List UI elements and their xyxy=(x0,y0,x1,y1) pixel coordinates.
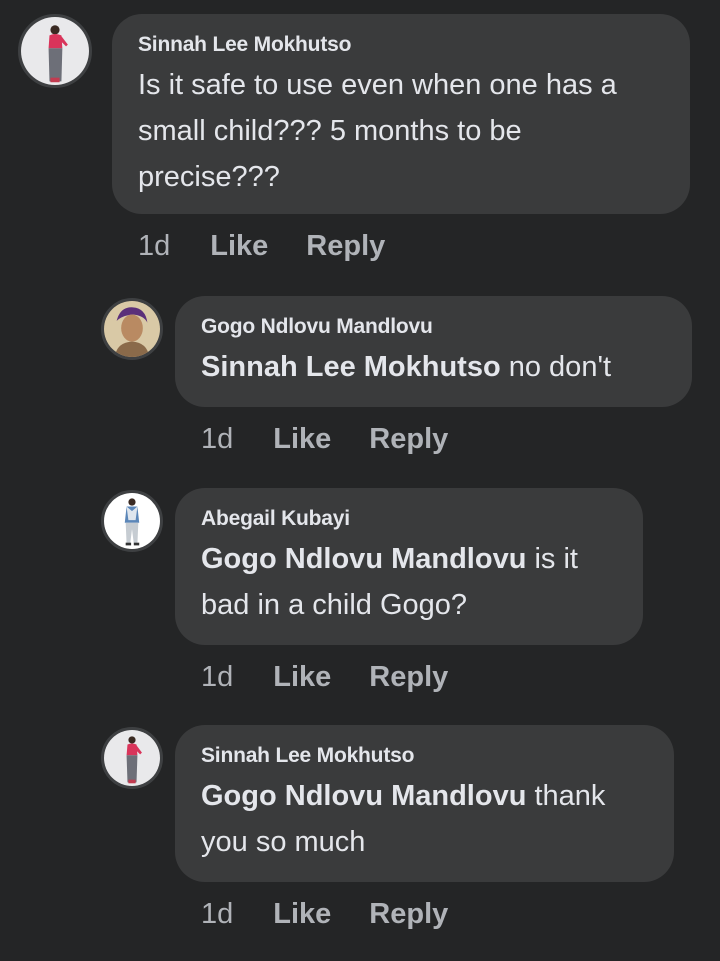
comment: Sinnah Lee Mokhutso Is it safe to use ev… xyxy=(18,14,690,263)
mention-link[interactable]: Gogo Ndlovu Mandlovu xyxy=(201,780,526,812)
comment-reply: Abegail Kubayi Gogo Ndlovu Mandlovu is i… xyxy=(101,488,643,694)
woman-portrait-avatar xyxy=(104,301,160,357)
comment-text: Gogo Ndlovu Mandlovu thank you so much xyxy=(201,773,648,865)
comment-timestamp[interactable]: 1d xyxy=(201,423,233,456)
like-button[interactable]: Like xyxy=(273,423,331,456)
comment-reply: Gogo Ndlovu Mandlovu Sinnah Lee Mokhutso… xyxy=(101,296,692,456)
woman-standing-pink-top-avatar xyxy=(21,17,89,85)
mention-link[interactable]: Sinnah Lee Mokhutso xyxy=(201,351,501,383)
reply-button[interactable]: Reply xyxy=(369,661,448,694)
comment-bubble: Gogo Ndlovu Mandlovu Sinnah Lee Mokhutso… xyxy=(175,296,692,407)
comment-body: Is it safe to use even when one has a sm… xyxy=(138,69,617,193)
reply-button[interactable]: Reply xyxy=(306,230,385,263)
like-button[interactable]: Like xyxy=(273,661,331,694)
comment-thread: Sinnah Lee Mokhutso Is it safe to use ev… xyxy=(0,0,720,961)
avatar[interactable] xyxy=(101,727,163,789)
comment-actions: 1d Like Reply xyxy=(112,230,690,263)
comment-author[interactable]: Gogo Ndlovu Mandlovu xyxy=(201,314,666,340)
comment-author[interactable]: Sinnah Lee Mokhutso xyxy=(138,32,664,58)
comment-timestamp[interactable]: 1d xyxy=(201,898,233,931)
comment-text: Sinnah Lee Mokhutso no don't xyxy=(201,344,666,390)
reply-button[interactable]: Reply xyxy=(369,423,448,456)
mention-link[interactable]: Gogo Ndlovu Mandlovu xyxy=(201,543,526,575)
avatar[interactable] xyxy=(18,14,92,88)
comment-author[interactable]: Abegail Kubayi xyxy=(201,506,617,532)
comment-actions: 1d Like Reply xyxy=(175,661,643,694)
comment-reply: Sinnah Lee Mokhutso Gogo Ndlovu Mandlovu… xyxy=(101,725,674,931)
comment-body: no don't xyxy=(500,351,612,383)
person-denim-jacket-avatar xyxy=(104,493,160,549)
comment-author[interactable]: Sinnah Lee Mokhutso xyxy=(201,743,648,769)
like-button[interactable]: Like xyxy=(273,898,331,931)
comment-text: Is it safe to use even when one has a sm… xyxy=(138,62,664,200)
like-button[interactable]: Like xyxy=(210,230,268,263)
comment-bubble: Sinnah Lee Mokhutso Is it safe to use ev… xyxy=(112,14,690,214)
comment-timestamp[interactable]: 1d xyxy=(201,661,233,694)
reply-button[interactable]: Reply xyxy=(369,898,448,931)
comment-timestamp[interactable]: 1d xyxy=(138,230,170,263)
comment-actions: 1d Like Reply xyxy=(175,423,692,456)
comment-text: Gogo Ndlovu Mandlovu is it bad in a chil… xyxy=(201,536,617,628)
avatar[interactable] xyxy=(101,298,163,360)
woman-standing-pink-top-avatar xyxy=(104,730,160,786)
comment-bubble: Abegail Kubayi Gogo Ndlovu Mandlovu is i… xyxy=(175,488,643,645)
comment-actions: 1d Like Reply xyxy=(175,898,674,931)
comment-bubble: Sinnah Lee Mokhutso Gogo Ndlovu Mandlovu… xyxy=(175,725,674,882)
avatar[interactable] xyxy=(101,490,163,552)
